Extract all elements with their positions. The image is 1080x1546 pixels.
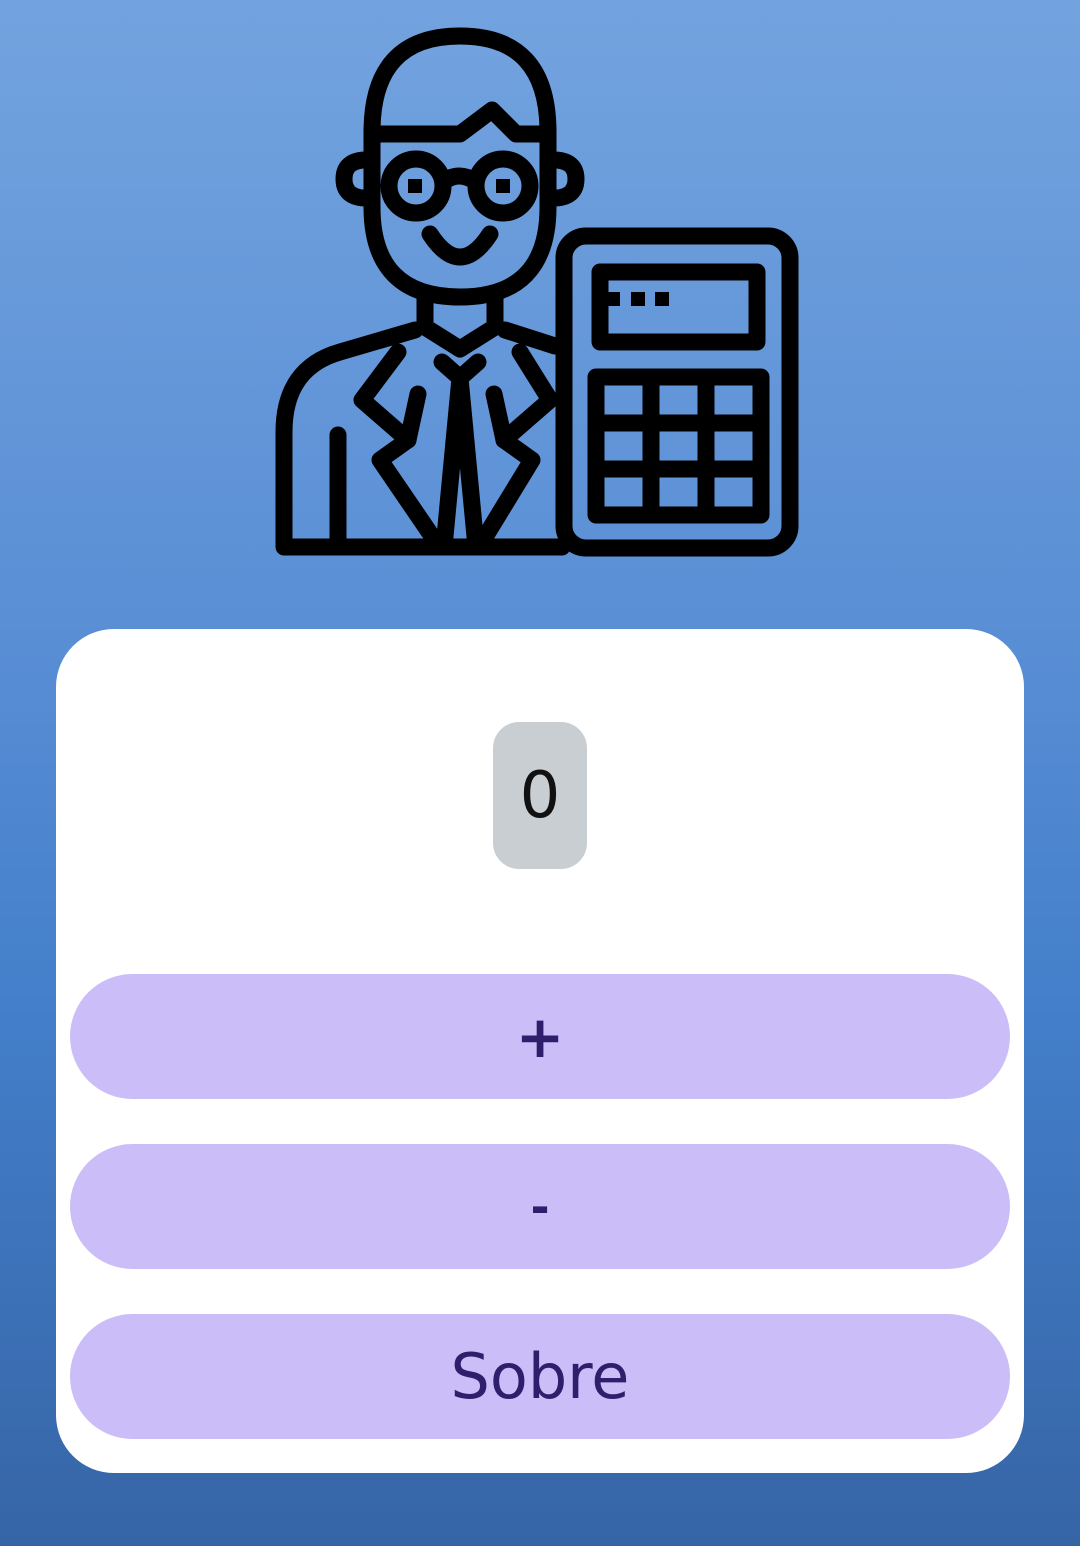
decrement-button[interactable]: - [70,1144,1010,1269]
about-button[interactable]: Sobre [70,1314,1010,1439]
accountant-illustration-icon [270,22,810,562]
increment-button[interactable]: + [70,974,1010,1099]
counter-display: 0 [493,722,587,869]
counter-card: 0 + - Sobre [56,629,1024,1473]
